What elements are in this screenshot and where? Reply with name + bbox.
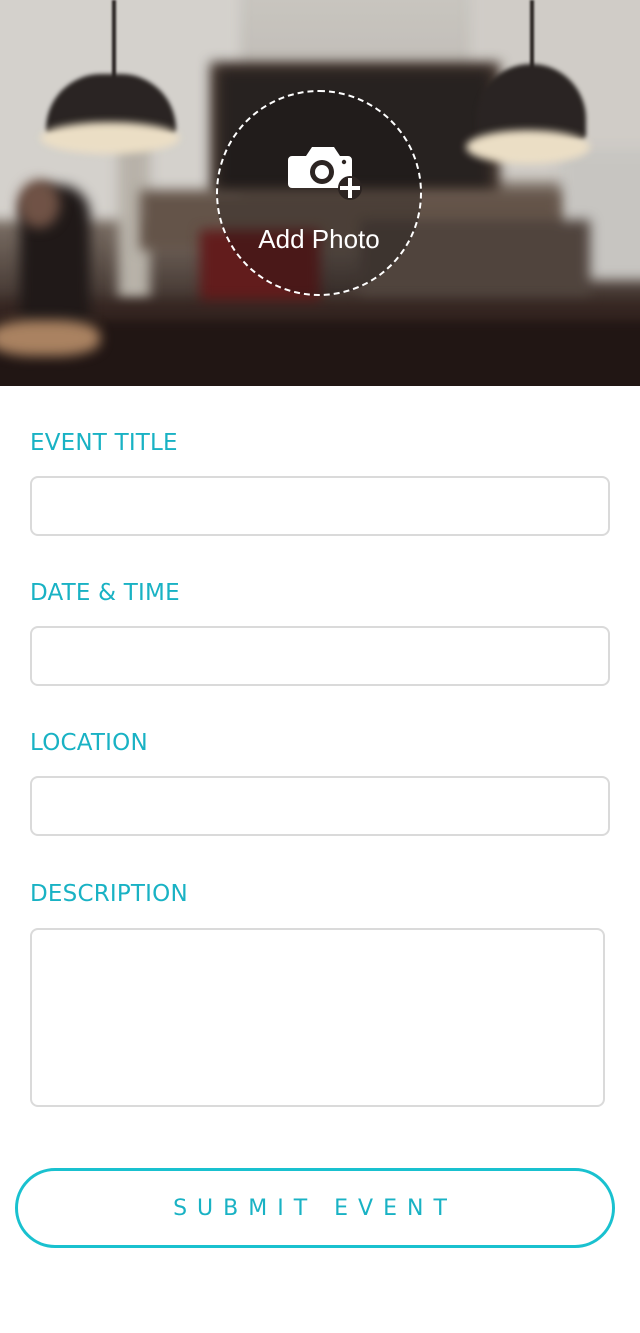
camera-add-icon — [288, 147, 362, 200]
event-title-input[interactable] — [30, 476, 610, 536]
location-label: LOCATION — [30, 730, 148, 756]
location-input[interactable] — [30, 776, 610, 836]
date-time-input[interactable] — [30, 626, 610, 686]
cover-photo: Add Photo — [0, 0, 640, 386]
add-photo-button[interactable]: Add Photo — [216, 90, 422, 296]
date-time-label: DATE & TIME — [30, 580, 180, 606]
event-title-label: EVENT TITLE — [30, 430, 178, 456]
description-label: DESCRIPTION — [30, 881, 188, 907]
add-photo-label: Add Photo — [258, 224, 380, 254]
description-input[interactable] — [30, 928, 605, 1107]
submit-event-button[interactable]: SUBMIT EVENT — [15, 1168, 615, 1248]
